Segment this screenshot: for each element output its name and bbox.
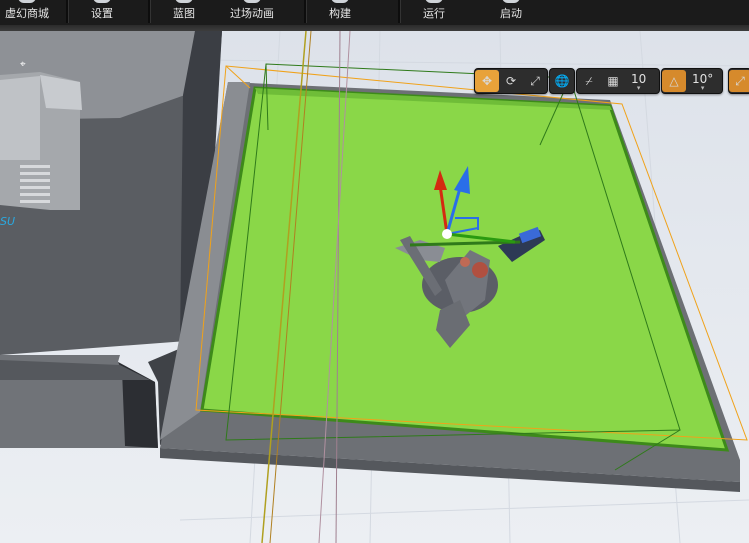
scale-snap-toggle[interactable]: ⤢: [729, 70, 749, 92]
blueprints-button[interactable]: 蓝图: [164, 0, 204, 25]
scene-render[interactable]: SU ⌖: [0, 31, 749, 543]
scale-snap-group: ⤢: [728, 68, 749, 94]
surface-snap-icon: ⌿: [585, 73, 593, 88]
launch-label: 启动: [500, 7, 522, 20]
grid-snap-value[interactable]: 10 ▾: [625, 70, 652, 92]
translate-mode-button[interactable]: ✥: [475, 70, 499, 92]
launch-button[interactable]: 启动: [491, 0, 531, 25]
settings-label: 设置: [91, 7, 113, 20]
rotation-snap-toggle[interactable]: △: [662, 70, 686, 92]
build-button[interactable]: 构建: [320, 0, 360, 25]
svg-text:⌖: ⌖: [20, 59, 26, 70]
blueprints-label: 蓝图: [173, 7, 195, 20]
translate-icon: ✥: [481, 74, 493, 88]
scale-icon: ⤢: [530, 73, 540, 88]
toolbar-separator: [398, 0, 401, 23]
level-viewport[interactable]: SU ⌖ ✥ ⟳ ⤢ 🌐 ⌿ ▦ 10 ▾ △ 10° ▾ ⤢: [0, 31, 749, 543]
cinematics-label: 过场动画: [230, 7, 274, 20]
blueprint-icon: [175, 0, 193, 3]
chevron-down-icon: ▾: [636, 84, 641, 92]
surface-snap-button[interactable]: ⌿: [577, 70, 601, 92]
settings-button[interactable]: 设置: [82, 0, 122, 25]
rotation-snap-value[interactable]: 10° ▾: [686, 70, 719, 92]
marketplace-icon: [18, 0, 36, 3]
scale-snap-icon: ⤢: [735, 73, 745, 88]
marketplace-button[interactable]: 虚幻商城: [2, 0, 52, 25]
launch-icon: [502, 0, 520, 3]
svg-text:SU: SU: [0, 215, 15, 228]
rotation-snap-group: △ 10° ▾: [661, 68, 723, 94]
rotate-mode-button[interactable]: ⟳: [499, 70, 523, 92]
build-icon: [331, 0, 349, 3]
toolbar-separator: [148, 0, 151, 23]
transform-mode-group: ✥ ⟳ ⤢: [474, 68, 548, 94]
toolbar-separator: [304, 0, 307, 23]
chevron-down-icon: ▾: [700, 84, 705, 92]
rotation-snap-icon: △: [669, 74, 679, 88]
marketplace-label: 虚幻商城: [5, 7, 49, 20]
grid-snap-icon: ▦: [607, 74, 619, 88]
scale-mode-button[interactable]: ⤢: [523, 70, 547, 92]
world-space-icon: 🌐: [554, 74, 570, 88]
world-space-button[interactable]: 🌐: [550, 70, 574, 92]
rotate-icon: ⟳: [505, 74, 517, 88]
gear-icon: [93, 0, 111, 3]
coordinate-space-group: 🌐: [549, 68, 575, 94]
play-icon: [425, 0, 443, 3]
main-toolbar: 虚幻商城 设置 蓝图 过场动画 构建 运行 启动: [0, 0, 749, 25]
play-label: 运行: [423, 7, 445, 20]
grid-snap-toggle[interactable]: ▦: [601, 70, 625, 92]
grid-snap-group: ⌿ ▦ 10 ▾: [576, 68, 660, 94]
build-label: 构建: [329, 7, 351, 20]
play-button[interactable]: 运行: [414, 0, 454, 25]
cinematics-button[interactable]: 过场动画: [222, 0, 282, 25]
film-icon: [243, 0, 261, 3]
toolbar-separator: [66, 0, 69, 23]
